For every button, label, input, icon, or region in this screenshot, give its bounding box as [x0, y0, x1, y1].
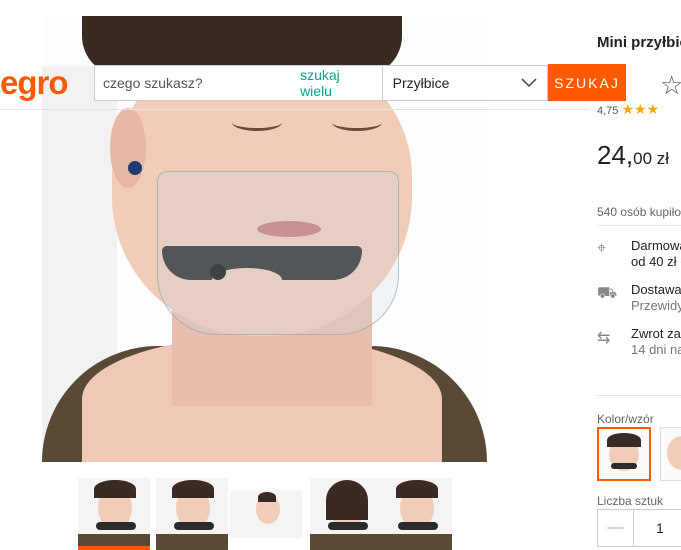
quantity-decrease-button[interactable]: — [598, 510, 634, 546]
image-face-shield [157, 171, 399, 335]
image-eye-left [232, 114, 282, 131]
rating-value: 4,75 [597, 105, 619, 117]
free-delivery-label: Darmowa [631, 238, 681, 253]
thumb-hair [94, 480, 136, 498]
returns-label: Zwrot za [631, 326, 681, 341]
product-title: Mini przyłbic [597, 34, 681, 51]
thumb-hair [172, 480, 214, 498]
category-select[interactable]: Przyłbice [383, 75, 547, 91]
product-price: 24,00 zł [597, 140, 669, 171]
thumbnail-3[interactable] [230, 490, 302, 538]
thumb-strap [174, 522, 214, 530]
color-label: Kolor/wzór [597, 412, 654, 426]
thumb-strap [398, 522, 438, 530]
thumbnail-2[interactable] [156, 478, 228, 550]
header-divider [0, 109, 590, 110]
quantity-value[interactable]: 1 [634, 520, 681, 536]
divider [597, 225, 681, 226]
return-icon: ⇆ [597, 330, 611, 347]
rating-stars-icon: ★★★ [621, 101, 660, 117]
thumbnail-4[interactable] [310, 478, 382, 550]
map-pin-icon: ⌖ [597, 240, 607, 257]
delivery-sub: Przewidy [631, 298, 681, 313]
thumb-shirt [310, 534, 382, 550]
star-outline-icon[interactable]: ☆ [660, 70, 681, 101]
thumb-hair [326, 480, 368, 520]
category-select-value: Przyłbice [392, 75, 450, 91]
color-swatch[interactable] [660, 427, 681, 481]
search-many-link[interactable]: szukaj wielu [300, 67, 374, 99]
image-ear [110, 108, 146, 188]
returns-sub: 14 dni na [631, 342, 681, 357]
price-cents: 00 zł [633, 149, 670, 168]
color-swatch-selected[interactable] [597, 427, 651, 481]
search-button[interactable]: SZUKAJ [548, 64, 626, 101]
thumb-hair [396, 480, 438, 498]
price-main: 24, [597, 140, 634, 170]
product-rating[interactable]: 4,75 ★★★ [597, 101, 659, 118]
thumb-shirt [78, 534, 150, 550]
bought-count: 540 osób kupiło [597, 205, 681, 219]
thumb-strap [96, 522, 136, 530]
thumb-strap [328, 522, 368, 530]
delivery-label: Dostawa [631, 282, 681, 297]
quantity-label: Liczba sztuk [597, 494, 664, 508]
free-delivery-sub: od 40 zł ( [631, 254, 681, 269]
thumb-shirt [156, 534, 228, 550]
search-bar: szukaj wielu Przyłbice [94, 65, 548, 101]
thumbnail-5[interactable] [380, 478, 452, 550]
thumbnail-1[interactable] [78, 478, 150, 550]
image-eye-right [332, 114, 382, 131]
search-input[interactable] [95, 74, 301, 92]
divider [597, 395, 681, 396]
swatch-image [667, 436, 681, 470]
swatch-hair [607, 433, 641, 447]
quantity-stepper[interactable]: — 1 [597, 509, 681, 547]
image-earring [128, 161, 142, 175]
logo[interactable]: egro [0, 64, 69, 102]
thumb-shirt [380, 534, 452, 550]
truck-icon: ⛟ [597, 285, 618, 302]
thumb-hair [258, 492, 276, 502]
swatch-strap [611, 463, 637, 469]
chevron-down-icon [521, 78, 537, 88]
